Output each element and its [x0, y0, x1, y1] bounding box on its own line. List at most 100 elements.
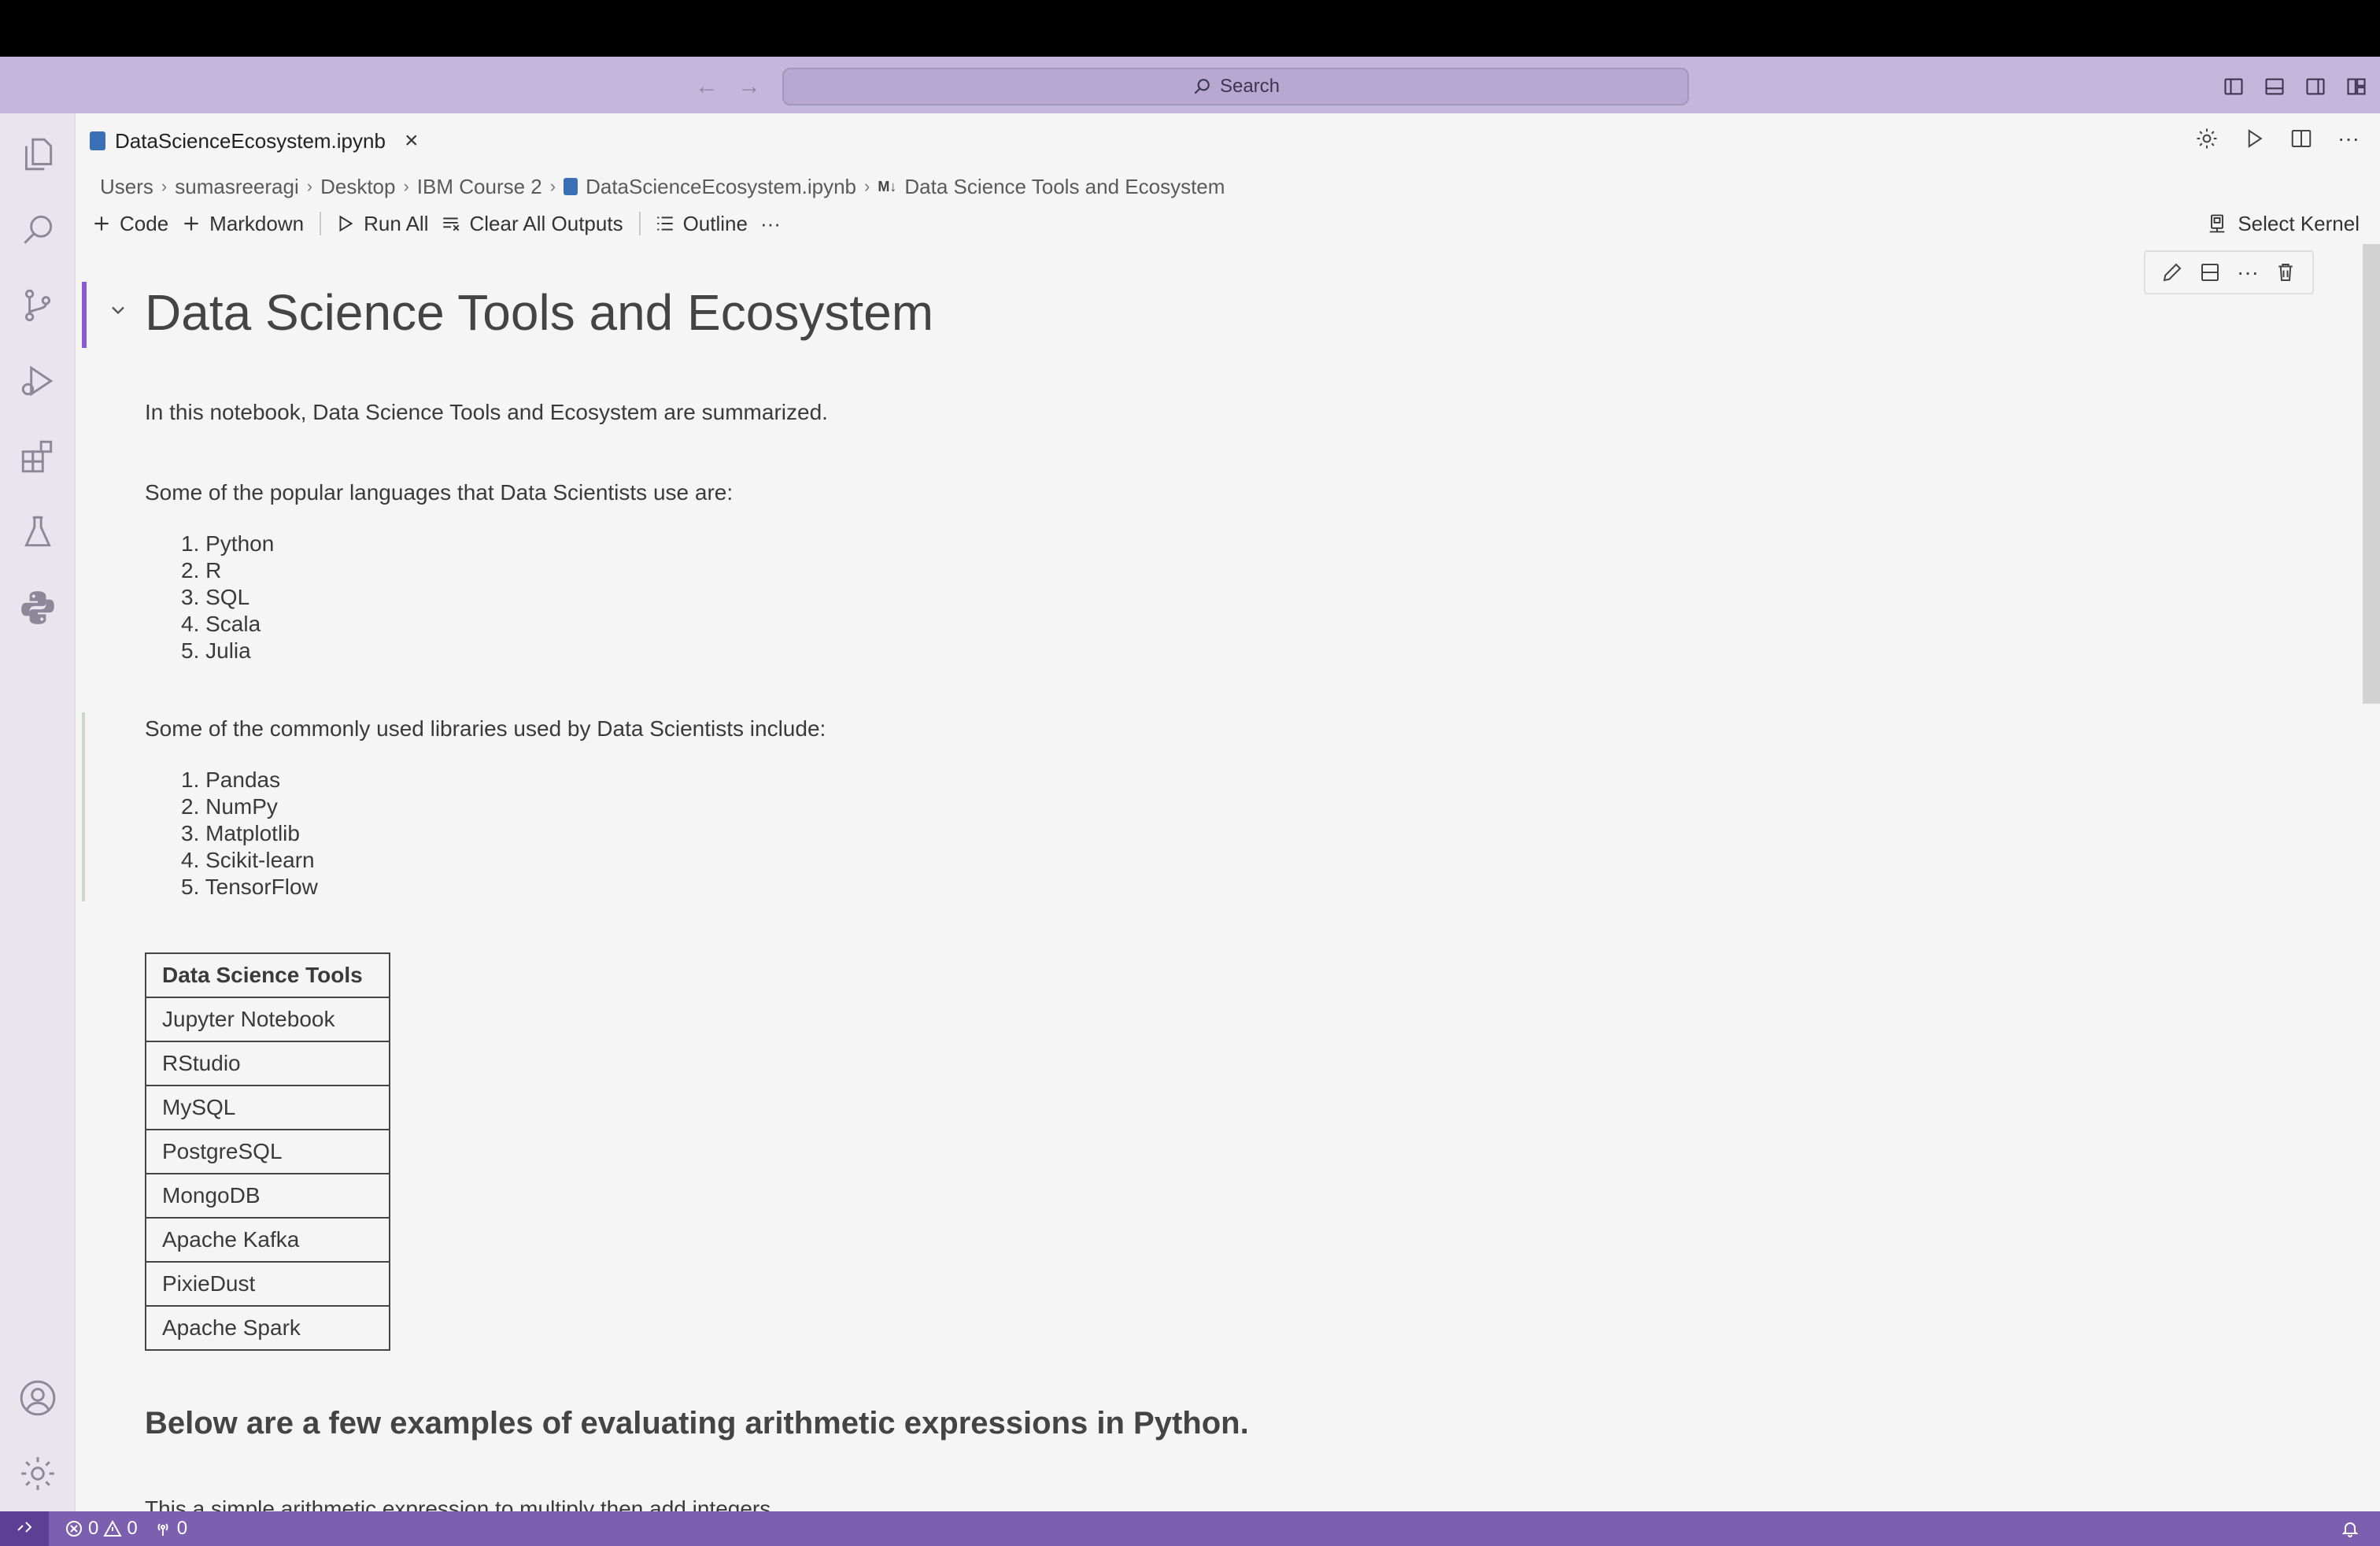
manage-gear-icon[interactable] [16, 1452, 60, 1496]
run-icon[interactable] [2238, 123, 2270, 154]
account-icon[interactable] [16, 1376, 60, 1420]
run-all-button[interactable]: Run All [335, 212, 441, 236]
error-icon [66, 1521, 82, 1537]
table-cell: Apache Kafka [145, 1217, 390, 1263]
libraries-list: 1. Pandas 2. NumPy 3. Matplotlib 4. Scik… [181, 767, 318, 901]
add-code-button[interactable]: Code [91, 212, 181, 236]
chevron-right-icon: › [306, 176, 313, 196]
arithmetic-description: This a simple arithmetic expression to m… [145, 1496, 771, 1511]
breadcrumb-item[interactable]: DataScienceEcosystem.ipynb [586, 175, 856, 199]
table-header: Data Science Tools [145, 952, 390, 998]
source-control-icon[interactable] [16, 283, 60, 327]
activity-bar [0, 113, 76, 1511]
customize-layout-icon[interactable] [2341, 71, 2372, 102]
table-cell: Jupyter Notebook [145, 997, 390, 1042]
problems-status[interactable]: 0 0 [65, 1518, 138, 1540]
extensions-icon[interactable] [16, 435, 60, 479]
table-row: Apache Spark [145, 1305, 390, 1351]
toolbar-divider [320, 212, 322, 235]
tab-notebook[interactable]: DataScienceEcosystem.ipynb × [90, 121, 418, 161]
cell-indicator [82, 712, 85, 901]
list-item: 3. Matplotlib [181, 821, 300, 845]
chevron-down-icon[interactable] [107, 299, 129, 321]
list-item: 3. SQL [181, 585, 250, 609]
toggle-secondary-sidebar-icon[interactable] [2300, 71, 2331, 102]
languages-list: 1. Python 2. R 3. SQL 4. Scala 5. Julia [181, 531, 274, 664]
clear-all-outputs-button[interactable]: Clear All Outputs [441, 212, 635, 236]
python-icon[interactable] [16, 586, 60, 630]
gear-icon[interactable] [2191, 123, 2223, 154]
toolbar-divider [638, 212, 641, 235]
edit-pencil-icon[interactable] [2158, 258, 2186, 287]
bell-icon[interactable] [2341, 1519, 2360, 1538]
clear-all-icon [443, 217, 460, 231]
table-row: Jupyter Notebook [145, 997, 390, 1042]
run-all-label: Run All [364, 211, 429, 235]
delete-trash-icon[interactable] [2271, 258, 2300, 287]
toggle-panel-icon[interactable] [2259, 71, 2290, 102]
markdown-icon: M↓ [878, 178, 897, 194]
breadcrumb-item[interactable]: IBM Course 2 [417, 175, 542, 199]
list-item: 4. Scikit-learn [181, 848, 315, 872]
table-cell: MongoDB [145, 1173, 390, 1219]
add-markdown-label: Markdown [209, 211, 305, 235]
intro-text: In this notebook, Data Science Tools and… [145, 400, 828, 424]
search-icon[interactable] [16, 208, 60, 252]
outline-button[interactable]: Outline [655, 212, 760, 236]
editor-tabs: DataScienceEcosystem.ipynb × [76, 113, 2380, 168]
breadcrumb-item[interactable]: Desktop [320, 175, 395, 199]
list-item: 1. Pandas [181, 767, 281, 792]
select-kernel-button[interactable]: Select Kernel [2206, 209, 2360, 238]
notebook-title: Data Science Tools and Ecosystem [145, 284, 933, 341]
clear-all-outputs-label: Clear All Outputs [469, 211, 623, 235]
vertical-scrollbar[interactable] [2363, 244, 2380, 704]
table-cell: RStudio [145, 1041, 390, 1086]
more-actions-icon[interactable]: ··· [2333, 123, 2364, 154]
chevron-right-icon: › [161, 176, 168, 196]
explorer-icon[interactable] [16, 132, 60, 176]
run-icon [339, 215, 353, 232]
ports-count: 0 [176, 1518, 188, 1539]
more-toolbar-button[interactable]: ··· [760, 212, 793, 236]
close-icon[interactable]: × [405, 129, 419, 153]
languages-intro: Some of the popular languages that Data … [145, 480, 734, 505]
active-cell-indicator [82, 282, 87, 348]
table-cell: Apache Spark [145, 1305, 390, 1351]
layout-controls [2218, 71, 2372, 102]
arrow-right-icon[interactable]: → [734, 71, 765, 102]
table-row: RStudio [145, 1041, 390, 1086]
list-item: 5. Julia [181, 638, 251, 663]
table-cell: PostgreSQL [145, 1129, 390, 1174]
split-editor-icon[interactable] [2286, 123, 2317, 154]
remote-indicator[interactable] [0, 1511, 49, 1546]
add-markdown-button[interactable]: Markdown [181, 212, 316, 236]
more-actions-icon[interactable]: ··· [2234, 258, 2262, 287]
error-count: 0 [88, 1518, 99, 1539]
breadcrumb-item[interactable]: sumasreeragi [175, 175, 299, 199]
libraries-intro: Some of the commonly used libraries used… [145, 716, 826, 741]
table-cell: PixieDust [145, 1261, 390, 1307]
split-cell-icon[interactable] [2196, 258, 2224, 287]
remote-icon [17, 1522, 32, 1533]
table-row: Apache Kafka [145, 1217, 390, 1263]
notebook-file-icon [564, 178, 578, 195]
testing-icon[interactable] [16, 510, 60, 554]
table-cell: MySQL [145, 1085, 390, 1130]
table-row: MySQL [145, 1085, 390, 1130]
breadcrumb-section[interactable]: Data Science Tools and Ecosystem [904, 175, 1225, 199]
breadcrumb-item[interactable]: Users [100, 175, 153, 199]
notebook-file-icon [90, 131, 105, 150]
run-debug-icon[interactable] [16, 359, 60, 403]
table-row: MongoDB [145, 1173, 390, 1219]
list-item: 2. NumPy [181, 794, 278, 819]
table-row: PostgreSQL [145, 1129, 390, 1174]
list-item: 4. Scala [181, 612, 261, 636]
ports-status[interactable]: 0 [153, 1518, 187, 1540]
arrow-left-icon[interactable]: ← [691, 71, 722, 102]
list-item: 5. TensorFlow [181, 875, 318, 899]
arithmetic-heading: Below are a few examples of evaluating a… [145, 1406, 1249, 1441]
command-center-search[interactable]: Search [782, 68, 1689, 105]
editor-actions: ··· [2191, 123, 2364, 154]
toggle-primary-sidebar-icon[interactable] [2218, 71, 2249, 102]
plus-icon [94, 216, 109, 231]
